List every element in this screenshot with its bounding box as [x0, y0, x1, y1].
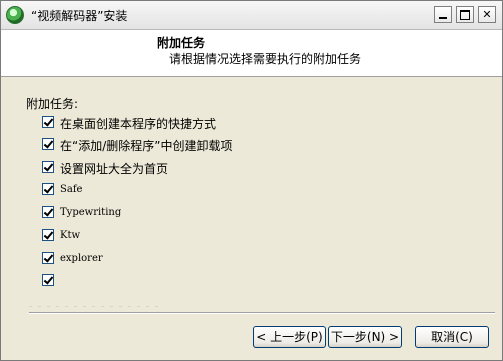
installer-app-icon [6, 6, 24, 24]
next-button[interactable]: 下一步(N) > [328, 326, 402, 348]
page-subtitle: 请根据情况选择需要执行的附加任务 [169, 52, 362, 66]
cancel-button[interactable]: 取消(C) [415, 326, 489, 348]
task-label: Ktw [60, 230, 81, 241]
task-label: Typewriting [60, 207, 122, 218]
checkbox-checked-icon[interactable] [42, 274, 54, 286]
checkbox-checked-icon[interactable] [42, 229, 54, 241]
close-icon: ✕ [482, 8, 492, 21]
minimize-button[interactable] [434, 6, 452, 23]
checkbox-checked-icon[interactable] [42, 161, 54, 173]
checkbox-checked-icon[interactable] [42, 252, 54, 264]
checkbox-checked-icon[interactable] [42, 116, 54, 128]
window-title: “视频解码器”安装 [31, 9, 128, 23]
task-label: 在“添加/删除程序”中创建卸载项 [60, 139, 233, 153]
task-label: explorer [60, 253, 103, 264]
close-button[interactable]: ✕ [478, 6, 496, 23]
maximize-button[interactable] [456, 6, 474, 23]
checkbox-checked-icon[interactable] [42, 138, 54, 150]
faint-divider [29, 306, 159, 307]
title-bar[interactable]: “视频解码器”安装 ✕ [1, 1, 502, 30]
checkbox-checked-icon[interactable] [42, 206, 54, 218]
footer-divider [29, 312, 495, 314]
tasks-section-label: 附加任务: [26, 97, 79, 111]
checkbox-checked-icon[interactable] [42, 183, 54, 195]
installer-window: “视频解码器”安装 ✕ 附加任务 请根据情况选择需要执行的附加任务 附加任务: … [0, 0, 503, 361]
back-button[interactable]: < 上一步(P) [253, 326, 326, 348]
page-title: 附加任务 [157, 36, 206, 50]
task-label: 在桌面创建本程序的快捷方式 [60, 117, 217, 131]
wizard-header: 附加任务 请根据情况选择需要执行的附加任务 [1, 30, 502, 77]
task-label: Safe [60, 184, 83, 195]
task-label: 设置网址大全为首页 [60, 162, 169, 176]
